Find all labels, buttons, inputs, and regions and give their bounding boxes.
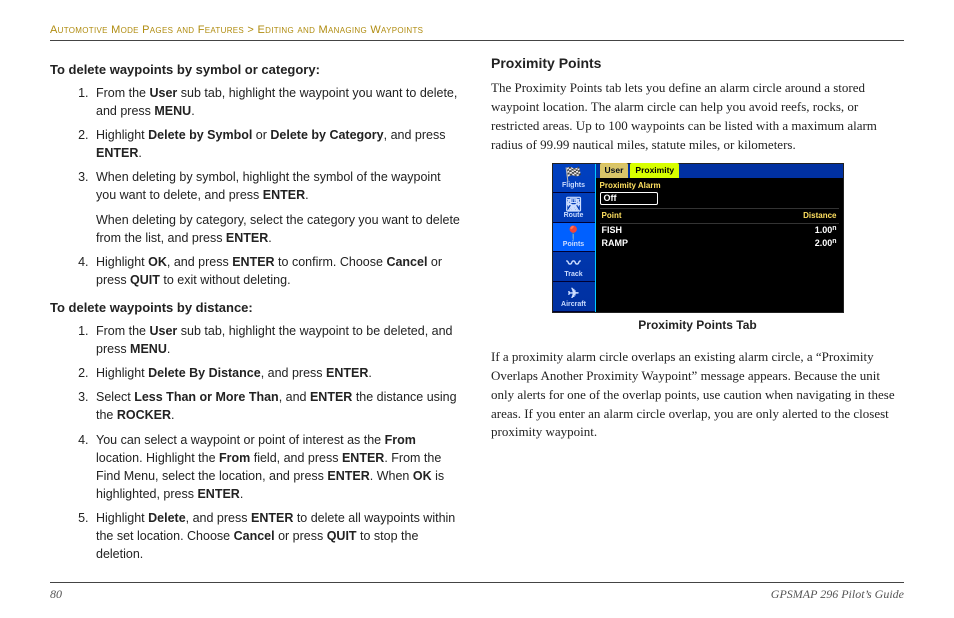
gps-table-header: Point Distance [600, 208, 839, 224]
gps-tab-proximity: Proximity [630, 163, 679, 177]
gps-side-points: 📍Points [553, 223, 595, 253]
gps-alarm-label: Proximity Alarm [600, 180, 839, 192]
gps-side-aircraft: ✈Aircraft [553, 282, 595, 312]
content-columns: To delete waypoints by symbol or categor… [50, 51, 904, 569]
step: You can select a waypoint or point of in… [92, 431, 463, 504]
aircraft-icon: ✈ [568, 286, 580, 300]
proximity-intro: The Proximity Points tab lets you define… [491, 79, 904, 154]
track-icon: 〰 [567, 256, 581, 270]
gps-row: FISH 1.00n [600, 224, 839, 237]
gps-screenshot: 🏁Flights 🛣Route 📍Points 〰Track ✈Aircraft… [552, 163, 844, 313]
gps-side-route: 🛣Route [553, 193, 595, 223]
gps-tab-user: User [600, 163, 629, 177]
gps-row-name: FISH [602, 224, 815, 237]
proximity-overlap-note: If a proximity alarm circle overlaps an … [491, 348, 904, 442]
steps-distance: From the User sub tab, highlight the way… [50, 322, 463, 564]
gps-sidebar: 🏁Flights 🛣Route 📍Points 〰Track ✈Aircraft [553, 164, 596, 312]
book-title: GPSMAP 296 Pilot’s Guide [771, 587, 904, 602]
step: Select Less Than or More Than, and ENTER… [92, 388, 463, 424]
gps-side-track: 〰Track [553, 252, 595, 282]
steps-symbol-category: From the User sub tab, highlight the way… [50, 84, 463, 289]
breadcrumb-sep: > [244, 24, 257, 36]
heading-proximity-points: Proximity Points [491, 53, 904, 73]
gps-side-flights: 🏁Flights [553, 164, 595, 194]
route-icon: 🛣 [565, 197, 583, 211]
gps-row-dist: 1.00n [815, 224, 837, 237]
step: Highlight Delete by Symbol or Delete by … [92, 126, 463, 162]
gps-row: RAMP 2.00n [600, 237, 839, 250]
flag-icon: 🏁 [565, 167, 582, 181]
figure-proximity-tab: 🏁Flights 🛣Route 📍Points 〰Track ✈Aircraft… [491, 163, 904, 334]
right-column: Proximity Points The Proximity Points ta… [491, 51, 904, 569]
page-number: 80 [50, 587, 62, 602]
gps-tabs: User Proximity [596, 164, 843, 178]
left-column: To delete waypoints by symbol or categor… [50, 51, 463, 569]
waypoint-icon: 📍 [565, 226, 582, 240]
breadcrumb-part2: Editing and Managing Waypoints [257, 24, 423, 36]
breadcrumb-part1: Automotive Mode Pages and Features [50, 24, 244, 36]
gps-hdr-point: Point [602, 210, 804, 222]
step: When deleting by symbol, highlight the s… [92, 168, 463, 247]
heading-delete-distance: To delete waypoints by distance: [50, 299, 463, 318]
step: From the User sub tab, highlight the way… [92, 84, 463, 120]
step: From the User sub tab, highlight the way… [92, 322, 463, 358]
heading-delete-symbol-category: To delete waypoints by symbol or categor… [50, 61, 463, 80]
gps-body: Proximity Alarm Off Point Distance FISH … [596, 178, 843, 312]
gps-main: User Proximity Proximity Alarm Off Point… [596, 164, 843, 312]
gps-row-name: RAMP [602, 237, 815, 250]
page-footer: 80 GPSMAP 296 Pilot’s Guide [50, 582, 904, 602]
gps-row-dist: 2.00n [815, 237, 837, 250]
step: Highlight OK, and press ENTER to confirm… [92, 253, 463, 289]
figure-caption: Proximity Points Tab [638, 317, 756, 334]
gps-hdr-distance: Distance [803, 210, 836, 222]
step: Highlight Delete By Distance, and press … [92, 364, 463, 382]
gps-alarm-value: Off [600, 192, 658, 205]
step: Highlight Delete, and press ENTER to del… [92, 509, 463, 563]
breadcrumb: Automotive Mode Pages and Features > Edi… [50, 24, 904, 41]
